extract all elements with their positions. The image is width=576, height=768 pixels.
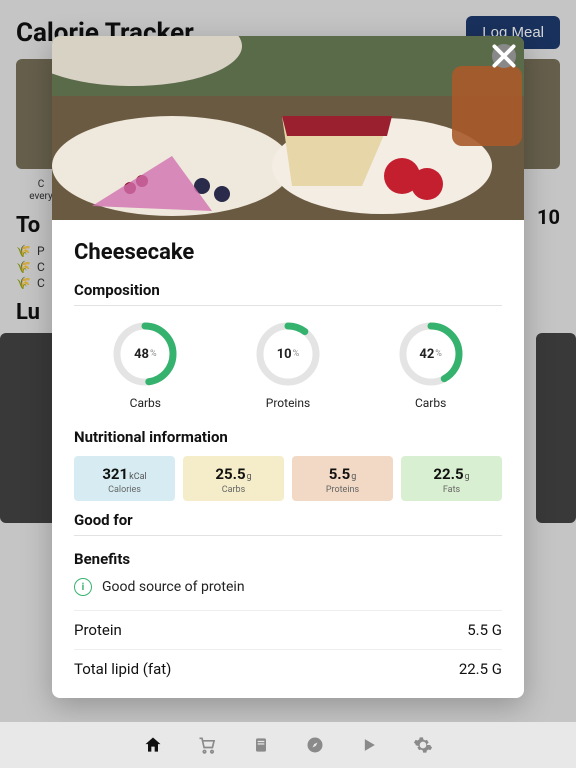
home-icon[interactable] (143, 735, 163, 755)
nutrition-card-proteins: 5.5g Proteins (292, 456, 393, 501)
donut-chart: 48% (111, 320, 179, 388)
nutrient-row: Total lipid (fat)22.5 G (74, 649, 502, 688)
nutrition-cards: 321kCal Calories 25.5g Carbs 5.5g Protei… (74, 456, 502, 501)
good-for-heading: Good for (74, 511, 502, 536)
settings-icon[interactable] (413, 735, 433, 755)
composition-row: 48% Carbs 10% Proteins 42% Ca (74, 320, 502, 410)
recipe-icon[interactable] (251, 735, 271, 755)
nutritional-heading: Nutritional information (74, 428, 502, 446)
nutrient-row: Protein5.5 G (74, 610, 502, 649)
bottom-nav (0, 722, 576, 768)
nutrition-card-calories: 321kCal Calories (74, 456, 175, 501)
composition-item: 10% Proteins (254, 320, 322, 410)
modal-overlay[interactable]: Cheesecake Composition 48% Carbs 10% Pro… (0, 0, 576, 768)
composition-item: 42% Carbs (397, 320, 465, 410)
compass-icon[interactable] (305, 735, 325, 755)
donut-chart: 42% (397, 320, 465, 388)
benefit-item: i Good source of protein (74, 578, 502, 596)
food-detail-modal: Cheesecake Composition 48% Carbs 10% Pro… (52, 36, 524, 698)
food-title: Cheesecake (74, 240, 502, 265)
composition-item: 48% Carbs (111, 320, 179, 410)
composition-heading: Composition (74, 281, 502, 306)
cart-icon[interactable] (197, 735, 217, 755)
benefits-heading: Benefits (74, 550, 502, 568)
close-button[interactable] (492, 44, 516, 68)
info-icon: i (74, 578, 92, 596)
nutrition-card-carbs: 25.5g Carbs (183, 456, 284, 501)
food-hero-image (52, 36, 524, 220)
donut-chart: 10% (254, 320, 322, 388)
nutrition-card-fats: 22.5g Fats (401, 456, 502, 501)
play-icon[interactable] (359, 735, 379, 755)
